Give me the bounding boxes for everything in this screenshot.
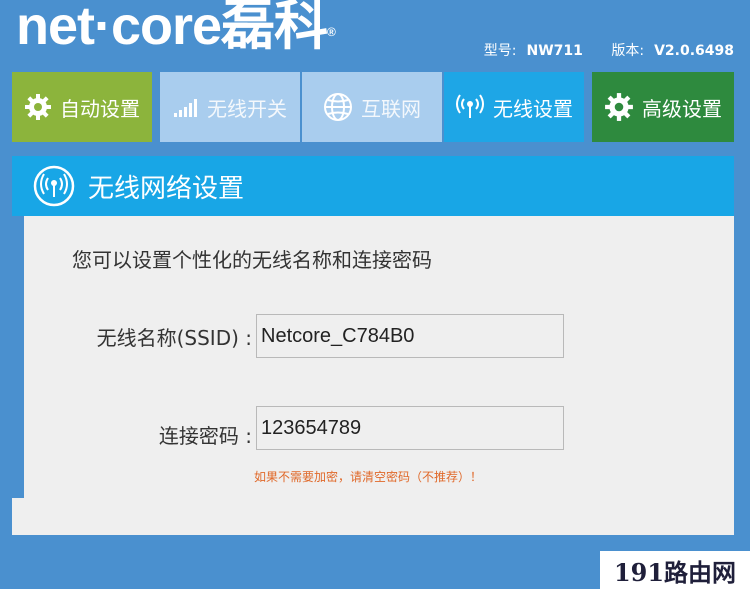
- tab-label: 互联网: [361, 96, 421, 121]
- panel-header: 无线网络设置: [12, 156, 734, 216]
- panel-title: 无线网络设置: [88, 173, 245, 204]
- logo-cn: 磊科: [221, 0, 328, 56]
- main-nav: 自动设置 无线开关 互联网 无线设置 高级设置: [12, 72, 734, 142]
- model-label: 型号:: [483, 43, 517, 59]
- tab-label: 高级设置: [642, 96, 722, 121]
- signal-bars-icon: [173, 97, 199, 117]
- globe-icon: [323, 92, 353, 122]
- tab-advanced-settings[interactable]: 高级设置: [592, 72, 734, 142]
- encryption-hint: 如果不需要加密，请清空密码（不推荐）！: [254, 470, 483, 484]
- wifi-circle-icon: [32, 164, 76, 208]
- tab-wireless-settings[interactable]: 无线设置: [444, 72, 584, 142]
- model-value: NW711: [526, 43, 583, 59]
- netcore-logo: net·core磊科®: [16, 0, 336, 56]
- tab-internet[interactable]: 互联网: [302, 72, 442, 142]
- tab-label: 自动设置: [60, 96, 140, 121]
- gear-icon: [604, 92, 634, 122]
- version-value: V2.0.6498: [654, 43, 734, 59]
- site-watermark: 191路由网: [600, 551, 750, 589]
- gear-icon: [24, 93, 52, 121]
- tab-wireless-switch[interactable]: 无线开关: [160, 72, 300, 142]
- tab-label: 无线开关: [207, 96, 287, 121]
- password-input[interactable]: [256, 406, 564, 450]
- intro-text: 您可以设置个性化的无线名称和连接密码: [72, 248, 432, 272]
- logo-text: net·core: [16, 0, 222, 56]
- registered-mark: ®: [327, 25, 336, 39]
- version-label: 版本:: [611, 43, 645, 59]
- model-info: 型号: NW711 版本: V2.0.6498: [484, 40, 734, 60]
- password-label: 连接密码 :: [158, 424, 252, 448]
- side-accent-bar: [12, 216, 24, 498]
- tab-label: 无线设置: [493, 96, 573, 121]
- tab-auto-setup[interactable]: 自动设置: [12, 72, 152, 142]
- ssid-label: 无线名称(SSID) :: [96, 326, 252, 350]
- ssid-input[interactable]: [256, 314, 564, 358]
- wifi-antenna-icon: [455, 93, 485, 121]
